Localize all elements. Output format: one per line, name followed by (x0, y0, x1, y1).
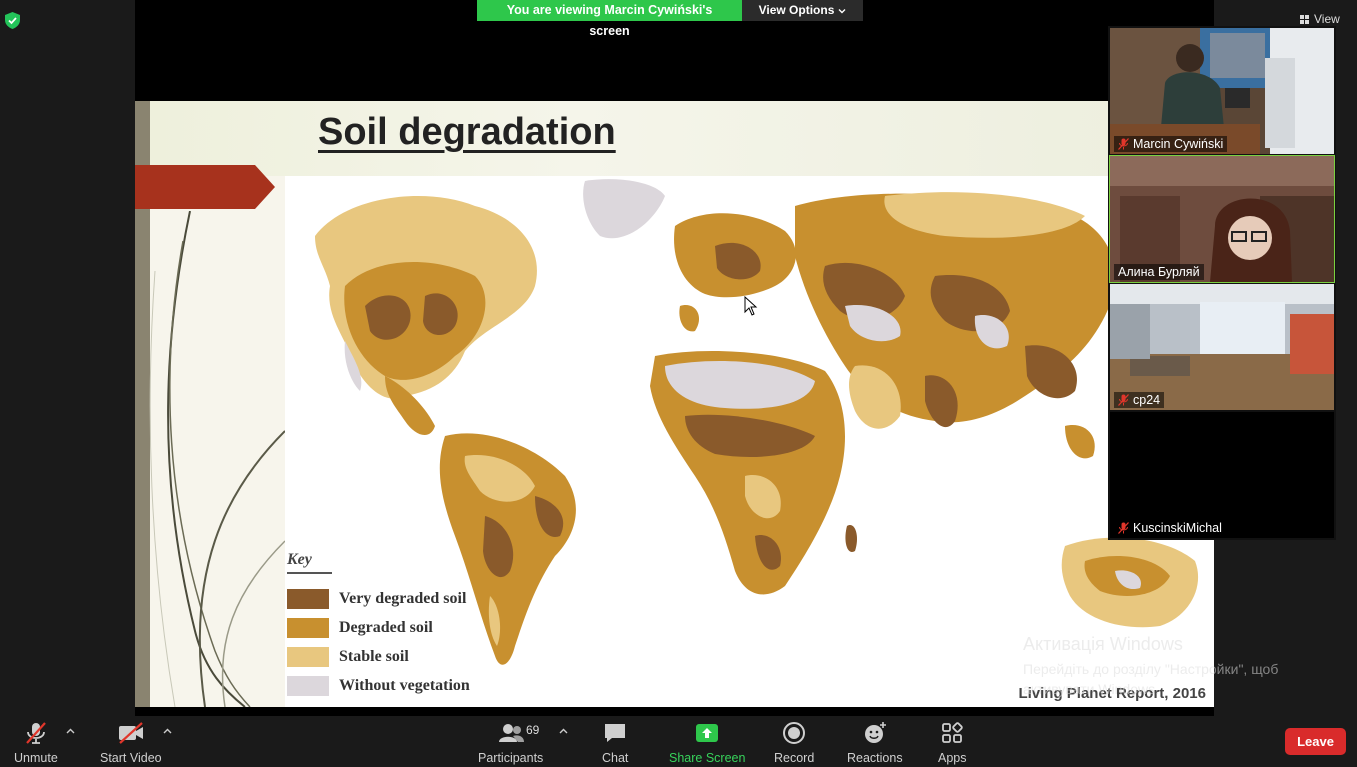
presentation-slide: Soil degradation Key Very degraded soil … (135, 101, 1214, 707)
apps-label: Apps (938, 751, 967, 765)
share-screen-label: Share Screen (669, 751, 746, 765)
view-options-label: View Options (758, 3, 835, 17)
windows-activation-watermark: Активація Windows Перейдіть до розділу "… (1023, 634, 1278, 699)
legend-item: Stable soil (287, 642, 470, 671)
chat-button[interactable]: Chat (602, 720, 628, 765)
legend-title: Key (287, 551, 332, 574)
unmute-label: Unmute (14, 751, 58, 765)
muted-mic-icon (1118, 394, 1129, 406)
participant-name-label: Marcin Cywiński (1114, 136, 1228, 152)
participant-tile[interactable]: Marcin Cywiński (1110, 28, 1334, 154)
participants-options-caret-icon[interactable] (559, 728, 568, 734)
chat-label: Chat (602, 751, 629, 765)
participant-name: cp24 (1133, 393, 1161, 407)
leave-meeting-button[interactable]: Leave (1285, 728, 1346, 755)
slide-title: Soil degradation (318, 111, 616, 153)
participant-name: Marcin Cywiński (1133, 137, 1224, 151)
viewing-banner: You are viewing Marcin Cywiński's screen… (477, 0, 863, 38)
map-legend: Key Very degraded soil Degraded soil Sta… (287, 551, 470, 700)
video-options-caret-icon[interactable] (163, 728, 172, 734)
reactions-button[interactable]: Reactions (847, 720, 903, 765)
muted-mic-icon (1118, 522, 1129, 534)
muted-mic-icon (26, 722, 46, 744)
activation-line-2: активувати Windows. (1023, 681, 1159, 697)
participant-name-label: cp24 (1114, 392, 1165, 408)
legend-swatch (287, 617, 329, 638)
participant-name: KuscinskiMichal (1133, 521, 1222, 535)
record-icon (783, 722, 806, 744)
legend-swatch (287, 646, 329, 667)
apps-button[interactable]: Apps (938, 720, 967, 765)
participant-tile[interactable]: KuscinskiMichal (1110, 412, 1334, 538)
participant-name-label: KuscinskiMichal (1114, 520, 1226, 536)
legend-label: Very degraded soil (339, 589, 467, 607)
slide-header-band (150, 101, 1214, 176)
video-off-icon (118, 722, 143, 744)
participant-tile-active-speaker[interactable]: Алина Бурляй (1109, 155, 1335, 283)
start-video-button[interactable]: Start Video (100, 720, 162, 765)
muted-mic-icon (1118, 138, 1129, 150)
activation-line-1: Перейдіть до розділу "Настройки", щоб (1023, 661, 1279, 677)
activation-title: Активація Windows (1023, 634, 1183, 654)
legend-label: Without vegetation (339, 676, 470, 694)
legend-item: Without vegetation (287, 671, 470, 700)
reactions-icon (864, 722, 886, 743)
participants-icon (498, 724, 524, 742)
reactions-label: Reactions (847, 751, 903, 765)
legend-item: Very degraded soil (287, 584, 470, 613)
view-layout-label: View (1314, 12, 1340, 26)
legend-label: Degraded soil (339, 618, 433, 636)
participants-label: Participants (478, 751, 544, 765)
legend-swatch (287, 675, 329, 696)
red-arrow-decoration (135, 165, 275, 209)
view-options-button[interactable]: View Options (742, 0, 863, 21)
viewing-screen-label: You are viewing Marcin Cywiński's screen (477, 0, 742, 38)
legend-label: Stable soil (339, 647, 409, 665)
share-screen-icon (696, 724, 719, 742)
record-label: Record (774, 751, 815, 765)
mouse-cursor-icon (744, 296, 758, 316)
meeting-toolbar: Unmute Start Video Participants 69 Chat … (0, 716, 1357, 767)
chevron-down-icon (838, 8, 846, 13)
legend-swatch (287, 588, 329, 609)
start-video-label: Start Video (100, 751, 162, 765)
decorative-swooshes (149, 211, 285, 707)
participant-name-label: Алина Бурляй (1114, 264, 1204, 280)
record-button[interactable]: Record (774, 720, 814, 765)
legend-item: Degraded soil (287, 613, 470, 642)
chat-icon (605, 724, 626, 742)
view-layout-button[interactable]: View (1300, 12, 1340, 26)
zoom-meeting-window: You are viewing Marcin Cywiński's screen… (0, 0, 1357, 767)
share-screen-button[interactable]: Share Screen (669, 720, 745, 765)
audio-options-caret-icon[interactable] (66, 728, 75, 734)
participants-count: 69 (526, 723, 540, 737)
world-map: Key Very degraded soil Degraded soil Sta… (285, 176, 1214, 707)
apps-icon (942, 722, 963, 743)
participant-video-panel: Marcin Cywiński Алина Бурляй cp24 Kuscin… (1108, 26, 1336, 540)
unmute-button[interactable]: Unmute (14, 720, 58, 765)
shield-icon[interactable] (5, 12, 20, 29)
grid-icon (1300, 14, 1309, 24)
participant-name: Алина Бурляй (1118, 265, 1200, 279)
participant-tile[interactable]: cp24 (1110, 284, 1334, 410)
